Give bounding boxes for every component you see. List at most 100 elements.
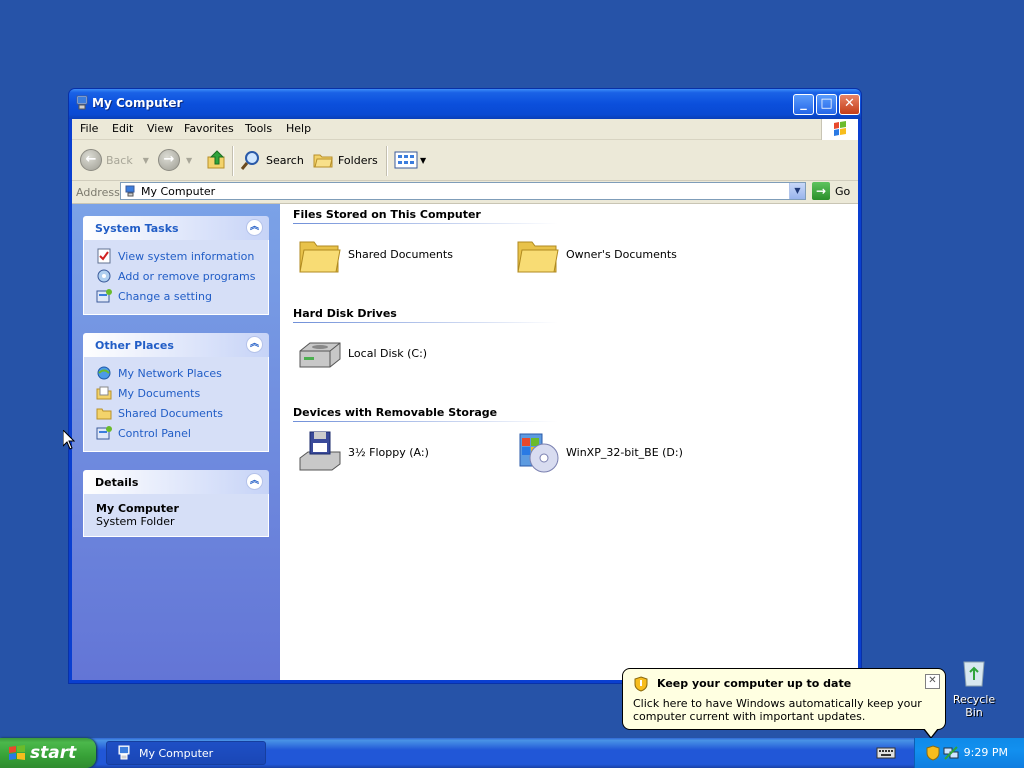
- collapse-chevron-icon[interactable]: ︽: [246, 219, 263, 236]
- up-button[interactable]: [206, 148, 228, 172]
- item-label: WinXP_32-bit_BE (D:): [566, 445, 683, 459]
- views-dropdown-icon: ▼: [420, 155, 427, 165]
- place-shared-documents[interactable]: Shared Documents: [96, 403, 268, 423]
- item-local-disk-c[interactable]: Local Disk (C:): [296, 329, 427, 377]
- other-places-header[interactable]: Other Places ︽: [83, 333, 269, 357]
- place-my-documents[interactable]: My Documents: [96, 383, 268, 403]
- windows-flag-icon: [834, 121, 846, 136]
- go-label: Go: [835, 184, 851, 198]
- item-shared-documents[interactable]: Shared Documents: [296, 230, 453, 278]
- keyboard-icon[interactable]: [876, 746, 896, 760]
- go-arrow-icon: →: [812, 182, 830, 200]
- forward-arrow-icon: →: [158, 149, 180, 171]
- system-tasks-body: View system information Add or remove pr…: [83, 240, 269, 315]
- my-computer-window: My Computer _ □ ✕ File Edit View Favorit…: [68, 88, 862, 684]
- group-header: Files Stored on This Computer: [293, 208, 481, 221]
- group-header: Devices with Removable Storage: [293, 406, 498, 419]
- floppy-drive-icon: [299, 431, 341, 471]
- search-label: Search: [266, 153, 304, 167]
- balloon-text: Click here to have Windows automatically…: [633, 697, 922, 723]
- maximize-button[interactable]: □: [816, 94, 837, 115]
- details-name: My Computer: [96, 502, 179, 515]
- clock[interactable]: 9:29 PM: [964, 746, 1008, 759]
- toolbar-separator: [232, 146, 234, 176]
- system-tasks-header[interactable]: System Tasks ︽: [83, 216, 269, 240]
- group-header: Hard Disk Drives: [293, 307, 397, 320]
- system-tray: 9:29 PM: [914, 738, 1024, 768]
- other-places-panel: Other Places ︽ My Network Places My Docu…: [83, 333, 269, 452]
- computer-icon: [125, 185, 135, 197]
- place-label: My Network Places: [118, 366, 222, 380]
- windows-flag-icon: [9, 745, 25, 760]
- item-owners-documents[interactable]: Owner's Documents: [514, 230, 677, 278]
- title-bar[interactable]: My Computer _ □ ✕: [69, 89, 861, 119]
- task-pane: System Tasks ︽ View system information A…: [72, 204, 280, 680]
- item-label: Owner's Documents: [566, 247, 677, 261]
- item-cd-drive-d[interactable]: WinXP_32-bit_BE (D:): [514, 428, 683, 476]
- panel-title: System Tasks: [95, 222, 179, 235]
- back-label: Back: [106, 153, 133, 167]
- mouse-cursor-icon: [63, 430, 75, 450]
- task-label: Change a setting: [118, 289, 212, 303]
- item-label: Local Disk (C:): [348, 346, 428, 360]
- other-places-body: My Network Places My Documents Shared Do…: [83, 357, 269, 452]
- menu-edit[interactable]: Edit: [112, 122, 133, 135]
- minimize-button[interactable]: _: [793, 94, 814, 115]
- folder-up-icon: [207, 150, 225, 169]
- windows-logo: [821, 119, 858, 140]
- window-client: File Edit View Favorites Tools Help ← Ba…: [72, 119, 858, 680]
- network-icon[interactable]: [943, 745, 959, 761]
- address-value: My Computer: [141, 185, 216, 198]
- address-dropdown-icon[interactable]: ▼: [789, 183, 805, 199]
- menu-bar: File Edit View Favorites Tools Help: [72, 119, 858, 140]
- control-panel-icon: [96, 426, 112, 440]
- security-shield-icon: [634, 676, 648, 692]
- security-shield-icon[interactable]: [925, 745, 941, 761]
- place-my-network-places[interactable]: My Network Places: [96, 363, 268, 383]
- task-add-remove-programs[interactable]: Add or remove programs: [96, 266, 268, 286]
- group-divider: [293, 223, 558, 224]
- balloon-title: Keep your computer up to date: [657, 677, 852, 690]
- address-input[interactable]: My Computer ▼: [120, 182, 806, 200]
- taskbar-item-label: My Computer: [139, 746, 214, 760]
- menu-help[interactable]: Help: [286, 122, 311, 135]
- views-button[interactable]: ▼: [394, 148, 426, 172]
- task-change-a-setting[interactable]: Change a setting: [96, 286, 268, 306]
- balloon-close-button[interactable]: ✕: [925, 674, 940, 689]
- computer-icon: [76, 95, 88, 110]
- forward-dropdown-icon: ▼: [186, 155, 193, 165]
- menu-file[interactable]: File: [80, 122, 98, 135]
- taskbar: start My Computer 9:29 PM: [0, 738, 1024, 768]
- folder-icon: [517, 241, 559, 273]
- details-body: My Computer System Folder: [83, 494, 269, 537]
- search-icon: [240, 151, 259, 170]
- close-button[interactable]: ✕: [839, 94, 860, 115]
- update-balloon[interactable]: Keep your computer up to date ✕ Click he…: [622, 668, 946, 739]
- back-button[interactable]: ← Back ▼: [80, 148, 149, 172]
- details-header[interactable]: Details ︽: [83, 470, 269, 494]
- folders-icon: [313, 154, 333, 168]
- collapse-chevron-icon[interactable]: ︽: [246, 336, 263, 353]
- folders-button[interactable]: Folders: [312, 148, 378, 172]
- menu-view[interactable]: View: [147, 122, 173, 135]
- details-panel: Details ︽ My Computer System Folder: [83, 470, 269, 537]
- forward-button[interactable]: → ▼: [158, 148, 192, 172]
- toolbar-separator: [386, 146, 388, 176]
- computer-icon: [118, 745, 130, 760]
- panel-title: Other Places: [95, 339, 174, 352]
- item-floppy-a[interactable]: 3½ Floppy (A:): [296, 428, 429, 476]
- place-control-panel[interactable]: Control Panel: [96, 423, 268, 443]
- collapse-chevron-icon[interactable]: ︽: [246, 473, 263, 490]
- go-button[interactable]: → Go: [812, 182, 850, 200]
- menu-favorites[interactable]: Favorites: [184, 122, 234, 135]
- taskbar-my-computer[interactable]: My Computer: [106, 741, 266, 765]
- menu-tools[interactable]: Tools: [245, 122, 272, 135]
- search-button[interactable]: Search: [240, 148, 304, 172]
- place-label: My Documents: [118, 386, 201, 400]
- recycle-bin-label: Recycle Bin: [952, 693, 996, 719]
- recycle-bin[interactable]: Recycle Bin: [944, 656, 1004, 719]
- start-button[interactable]: start: [0, 738, 96, 768]
- add-remove-programs-icon: [97, 269, 111, 283]
- group-divider: [293, 421, 558, 422]
- task-view-system-information[interactable]: View system information: [96, 246, 268, 266]
